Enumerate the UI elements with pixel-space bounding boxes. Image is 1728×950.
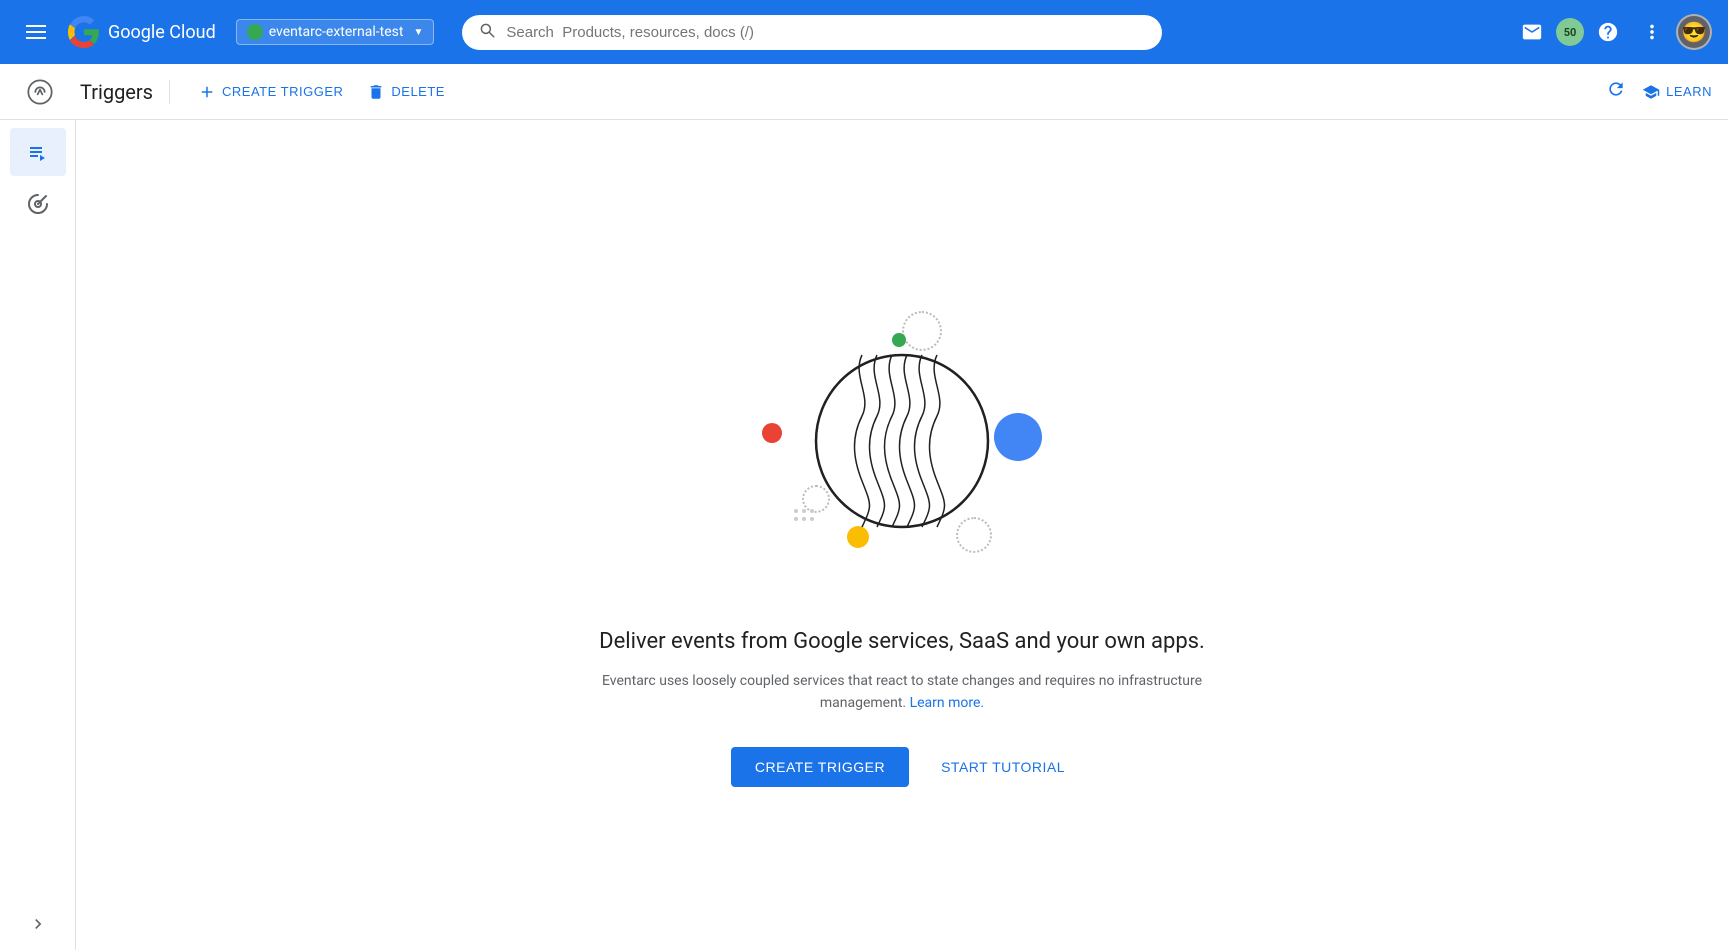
notification-count: 50 (1564, 26, 1577, 39)
refresh-button[interactable] (1598, 71, 1634, 113)
main-illustration-circle (812, 351, 992, 535)
notification-badge[interactable]: 50 (1556, 18, 1584, 46)
start-tutorial-button[interactable]: START TUTORIAL (933, 747, 1073, 787)
channels-icon (26, 192, 50, 216)
chevron-down-icon: ▼ (413, 27, 423, 38)
delete-icon (367, 83, 385, 101)
avatar[interactable]: 😎 (1676, 14, 1712, 50)
empty-state-text: Deliver events from Google services, Saa… (582, 627, 1222, 715)
sidebar (0, 120, 76, 950)
hamburger-menu-button[interactable] (16, 12, 56, 52)
expand-sidebar-icon (28, 914, 48, 934)
toolbar: Triggers CREATE TRIGGER DELETE LEARN (0, 64, 1728, 120)
sidebar-item-channels[interactable] (10, 180, 66, 228)
dotted-ring-1 (902, 311, 942, 351)
google-logo-icon (68, 16, 100, 48)
green-dot (892, 333, 906, 347)
hamburger-icon (26, 25, 46, 39)
learn-button[interactable]: LEARN (1642, 83, 1712, 101)
more-options-button[interactable] (1632, 12, 1672, 52)
google-cloud-text: Google Cloud (108, 22, 216, 43)
top-navigation: Google Cloud eventarc-external-test ▼ 50… (0, 0, 1728, 64)
main-heading: Deliver events from Google services, Saa… (582, 627, 1222, 658)
create-trigger-label: CREATE TRIGGER (222, 84, 343, 99)
learn-more-link[interactable]: Learn more. (910, 695, 985, 711)
red-dot (762, 423, 782, 443)
create-trigger-toolbar-button[interactable]: CREATE TRIGGER (186, 75, 355, 109)
main-layout: Deliver events from Google services, Saa… (0, 120, 1728, 950)
plus-icon (198, 83, 216, 101)
project-dot-icon (247, 24, 263, 40)
sub-text: Eventarc uses loosely coupled services t… (582, 670, 1222, 715)
sidebar-expand-button[interactable] (0, 914, 75, 934)
google-cloud-logo[interactable]: Google Cloud (68, 16, 216, 48)
help-button[interactable] (1588, 12, 1628, 52)
toolbar-right: LEARN (1598, 71, 1712, 113)
email-button[interactable] (1512, 12, 1552, 52)
eventarc-logo (16, 78, 64, 106)
nav-icons: 50 😎 (1512, 12, 1712, 52)
project-selector[interactable]: eventarc-external-test ▼ (236, 19, 435, 45)
triggers-icon (26, 140, 50, 164)
illustration (702, 283, 1102, 603)
delete-label: DELETE (391, 84, 445, 99)
subtext-body: Eventarc uses loosely coupled services t… (602, 673, 1202, 711)
project-name: eventarc-external-test (269, 24, 404, 40)
action-buttons: CREATE TRIGGER START TUTORIAL (731, 747, 1073, 787)
search-icon (478, 21, 496, 44)
learn-label: LEARN (1666, 84, 1712, 99)
search-bar (462, 15, 1162, 50)
blue-dot (994, 413, 1042, 461)
create-trigger-button[interactable]: CREATE TRIGGER (731, 747, 909, 787)
search-input[interactable] (506, 24, 1146, 41)
delete-toolbar-button[interactable]: DELETE (355, 75, 457, 109)
page-title: Triggers (64, 80, 170, 104)
graduation-icon (1642, 83, 1660, 101)
main-content: Deliver events from Google services, Saa… (76, 120, 1728, 950)
sidebar-item-triggers[interactable] (10, 128, 66, 176)
